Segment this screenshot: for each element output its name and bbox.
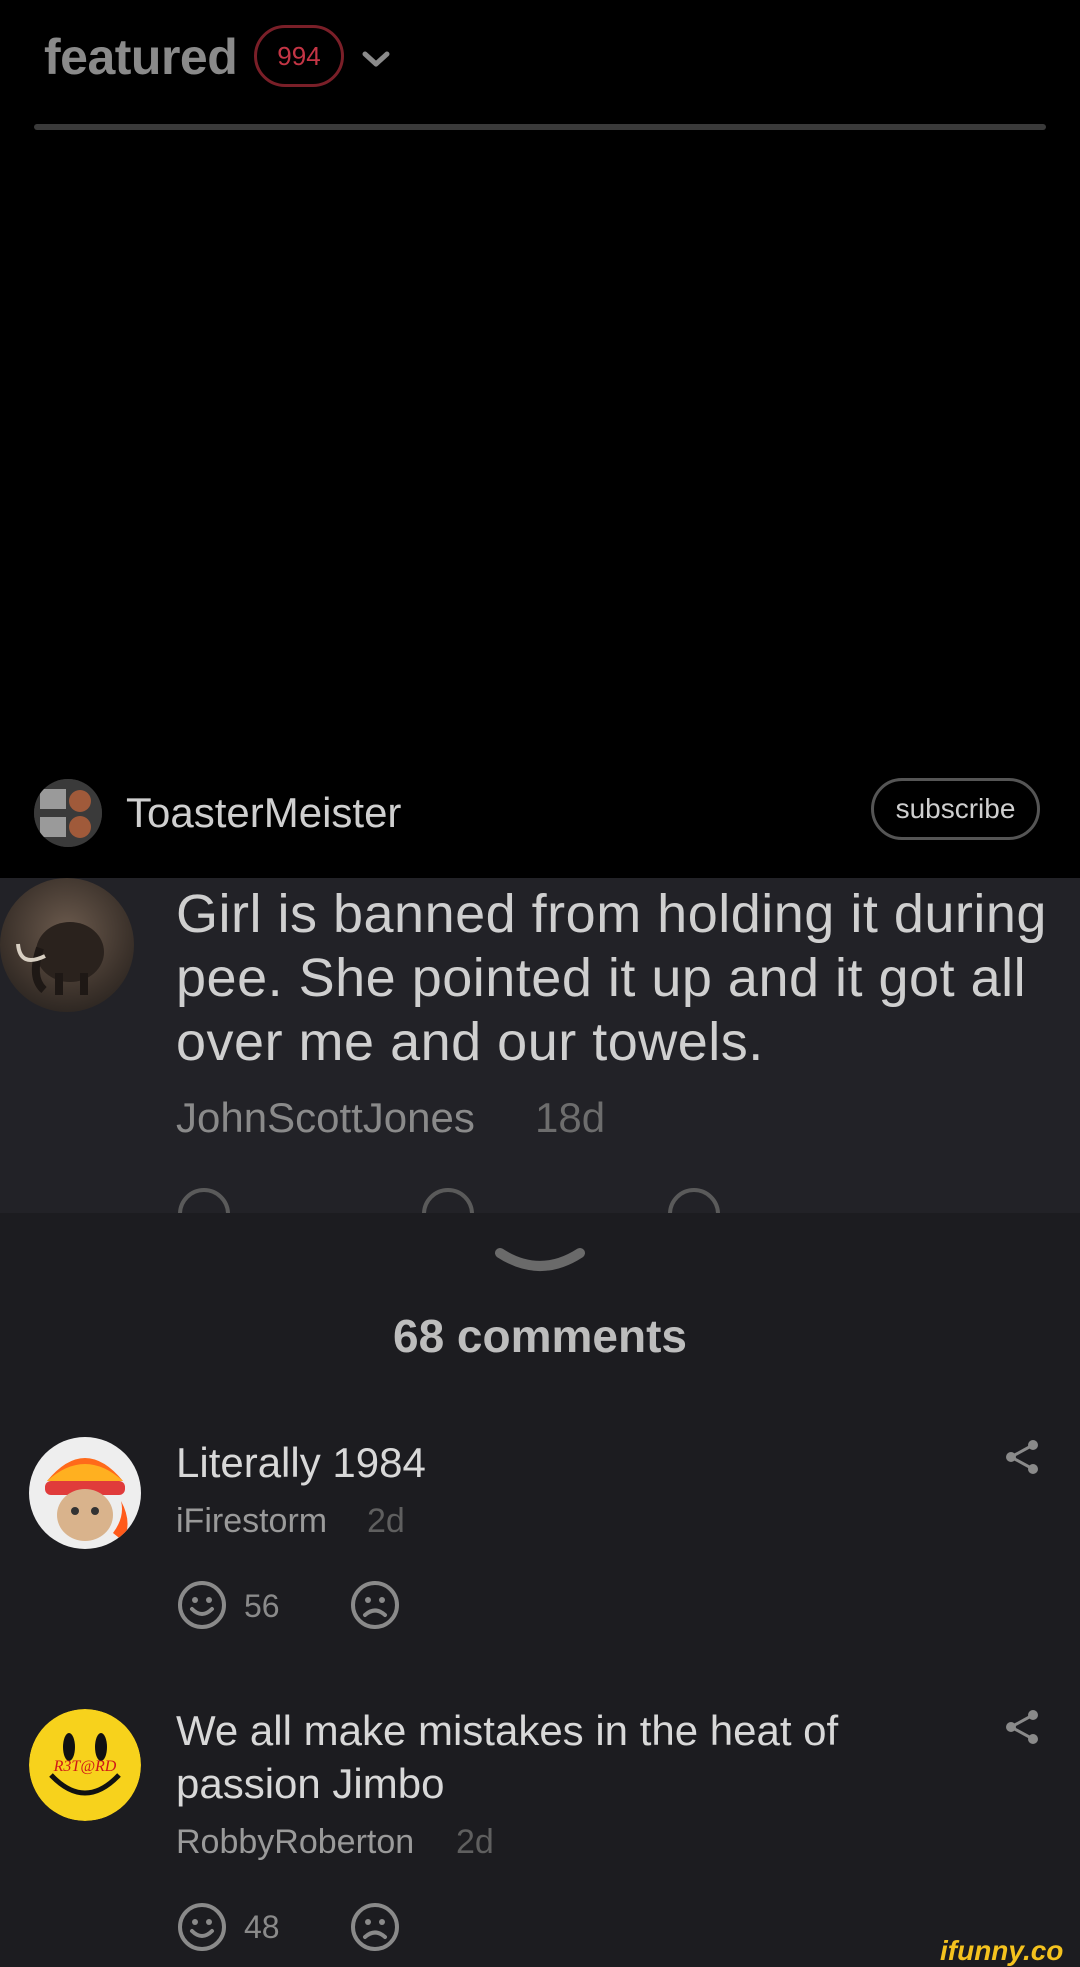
comment-time: 2d: [456, 1823, 494, 1861]
smile-icon: [178, 1188, 230, 1213]
commenter-avatar[interactable]: [0, 878, 134, 1012]
comments-sheet: 68 comments Literally 1984 iFirestorm 2d: [0, 1213, 1080, 1967]
text-line: passion Jimbo: [176, 1760, 445, 1807]
text-line: We all make mistakes in the heat of: [176, 1707, 839, 1754]
post-media-area[interactable]: [0, 135, 1080, 878]
author-avatar[interactable]: [34, 779, 102, 847]
comment-item: Literally 1984 iFirestorm 2d 56: [0, 1424, 1080, 1654]
notification-badge[interactable]: 994: [254, 25, 344, 87]
text-line: pee. She pointed it up and it got all: [176, 948, 1027, 1008]
comment-user[interactable]: RobbyRoberton: [176, 1823, 414, 1862]
featured-comment-actions: [178, 1188, 720, 1213]
smile-icon[interactable]: [176, 1901, 228, 1953]
smile-icon[interactable]: [176, 1579, 228, 1631]
like-count: 48: [244, 1909, 280, 1945]
frown-icon[interactable]: [349, 1901, 401, 1953]
like-count: 56: [244, 1588, 280, 1624]
featured-comment-time: 18d: [535, 1094, 606, 1141]
avatar-image: [34, 779, 102, 847]
text-line: Literally 1984: [176, 1439, 426, 1486]
frown-icon: [422, 1188, 474, 1213]
text-line: Girl is banned from holding it during: [176, 884, 1047, 944]
brand-watermark: ifunny.co: [940, 1935, 1064, 1966]
share-icon[interactable]: [1005, 1439, 1041, 1475]
top-bar: featured 994: [0, 0, 1080, 135]
cat-avatar-image: [29, 1437, 141, 1549]
comment-text: Literally 1984: [176, 1436, 936, 1489]
chevron-down-icon[interactable]: [492, 1245, 588, 1279]
comment-text: We all make mistakes in the heat of pass…: [176, 1704, 936, 1810]
commenter-avatar[interactable]: R3T@RD: [29, 1709, 141, 1821]
comment-user[interactable]: iFirestorm: [176, 1502, 327, 1541]
comment-item: R3T@RD We all make mistakes in the heat …: [0, 1693, 1080, 1967]
avatar-caption: R3T@RD: [53, 1758, 117, 1775]
progress-divider: [34, 124, 1046, 130]
text-line: over me and our towels.: [176, 1012, 764, 1072]
featured-comment-user[interactable]: JohnScottJones: [176, 1094, 475, 1142]
share-icon[interactable]: [1005, 1709, 1041, 1745]
comments-count: 68 comments: [392, 1310, 687, 1362]
featured-comment-card[interactable]: Girl is banned from holding it during pe…: [0, 878, 1080, 1213]
comment-time: 2d: [367, 1502, 405, 1540]
author-name[interactable]: ToasterMeister: [126, 789, 401, 837]
commenter-avatar[interactable]: [29, 1437, 141, 1549]
frown-icon[interactable]: [349, 1579, 401, 1631]
chevron-down-icon[interactable]: [361, 48, 391, 70]
smiley-avatar-image: R3T@RD: [29, 1709, 141, 1821]
subscribe-button[interactable]: subscribe: [871, 778, 1040, 840]
feed-title[interactable]: featured: [44, 28, 238, 86]
post-author-row: ToasterMeister subscribe: [0, 770, 1080, 870]
mammoth-image: [16, 922, 104, 995]
reply-icon: [668, 1188, 720, 1213]
featured-comment-text: Girl is banned from holding it during pe…: [176, 882, 1080, 1074]
